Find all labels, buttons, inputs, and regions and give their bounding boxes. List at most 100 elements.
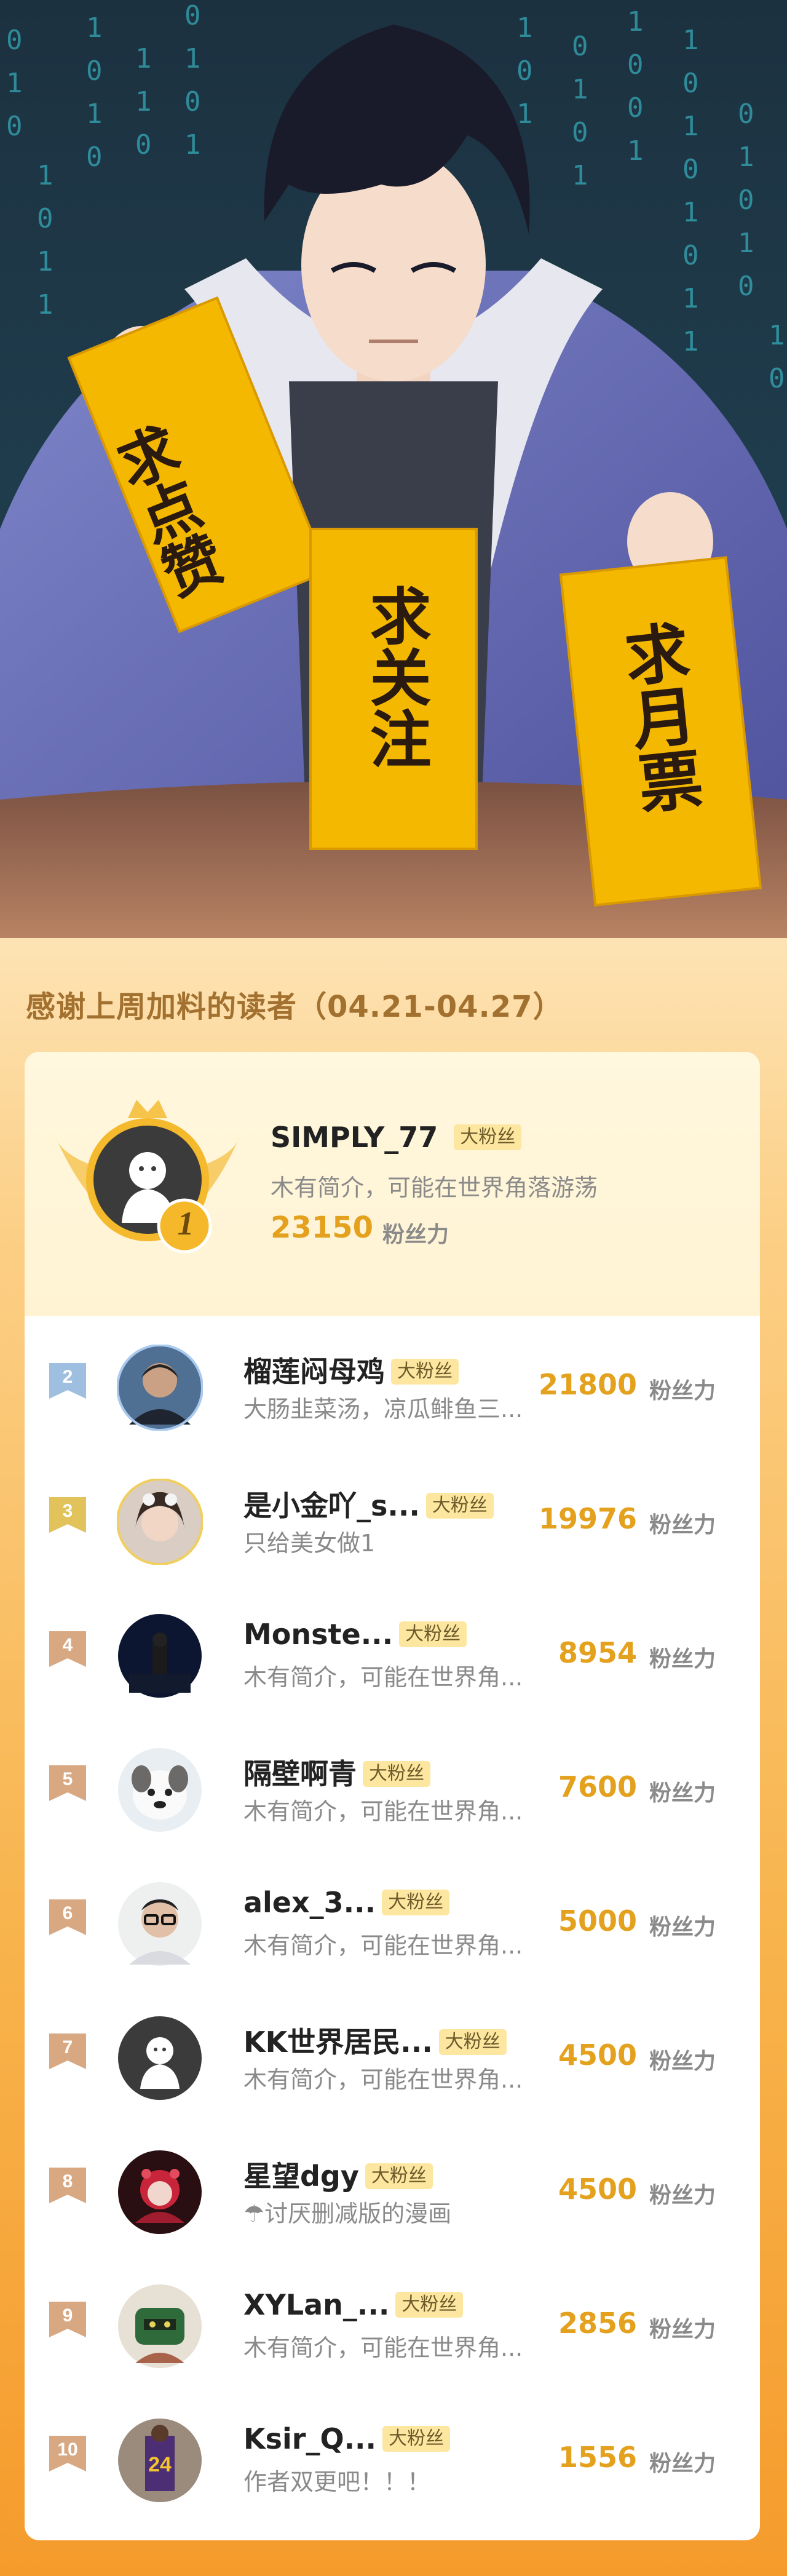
- fan-power-score: 4500: [558, 2038, 637, 2072]
- avatar-image: [118, 2016, 202, 2100]
- fan-power-unit: 粉丝力: [649, 2317, 716, 2342]
- user-name: 榴莲闷母鸡 大粉丝: [243, 1350, 459, 1390]
- svg-text:0: 0: [6, 111, 23, 142]
- avatar-image: [116, 1478, 204, 1565]
- fan-tag: 大粉丝: [395, 2291, 464, 2318]
- fan-power-score: 19976: [538, 1502, 637, 1535]
- fan-tag: 大粉丝: [365, 2163, 433, 2189]
- fan-power-score: 4500: [558, 2173, 637, 2206]
- user-name-text: XYLan_...: [243, 2288, 390, 2321]
- svg-text:0: 0: [738, 185, 754, 216]
- rank-number: 3: [62, 1501, 73, 1521]
- fan-power-score: 5000: [558, 1904, 637, 1938]
- svg-text:0: 0: [572, 117, 588, 148]
- svg-text:0: 0: [682, 240, 699, 271]
- rank-number: 2: [62, 1367, 73, 1387]
- fan-tag: 大粉丝: [382, 1889, 450, 1915]
- svg-text:1: 1: [184, 43, 201, 74]
- avatar[interactable]: [117, 1881, 203, 1967]
- ranking-row[interactable]: 10 24 Ksir_Q... 大粉丝 作者双更吧！！！ 1556 粉丝力: [25, 2389, 760, 2523]
- ranking-row[interactable]: 3 是小金吖_s... 大粉丝 只给美女做1 19976 粉丝力: [25, 1450, 760, 1584]
- user-name: 隔壁啊青 大粉丝: [243, 1752, 430, 1792]
- rank-number: 9: [62, 2305, 73, 2326]
- fan-power-unit: 粉丝力: [649, 1781, 716, 1806]
- fan-ranking-section: 感谢上周加料的读者（04.21-04.27） 1 SIMPLY_77 大粉丝 木…: [0, 938, 787, 2576]
- fan-power-score: 2856: [558, 2307, 637, 2340]
- user-name: Monste... 大粉丝: [243, 1618, 467, 1651]
- fan-power-unit: 粉丝力: [649, 2183, 716, 2208]
- svg-text:1: 1: [572, 74, 588, 105]
- ranking-row[interactable]: 4 Monste... 大粉丝 木有简介，可能在世界角... 8954 粉丝力: [25, 1584, 760, 1719]
- hero-banner: 010 1011 1010 110 0101 101 0101 1001 101…: [0, 0, 787, 938]
- avatar[interactable]: [117, 2283, 203, 2369]
- svg-text:0: 0: [184, 86, 201, 117]
- user-intro: 作者双更吧！！！: [243, 2468, 431, 2495]
- svg-text:0: 0: [738, 271, 754, 302]
- user-intro: ☂讨厌删减版的漫画: [243, 2200, 452, 2227]
- svg-text:0: 0: [37, 203, 53, 234]
- ranking-row[interactable]: 8 星望dgy 大粉丝 ☂讨厌删减版的漫画 4500 粉丝力: [25, 2121, 760, 2255]
- svg-text:0: 0: [769, 363, 785, 394]
- fan-tag: 大粉丝: [454, 1124, 522, 1150]
- svg-text:1: 1: [135, 43, 152, 74]
- avatar[interactable]: 24: [117, 2417, 203, 2503]
- svg-text:0: 0: [627, 92, 644, 124]
- user-name-text: Monste...: [243, 1618, 394, 1651]
- ranking-row[interactable]: 7 KK世界居民... 大粉丝 木有简介，可能在世界角... 4500 粉丝力: [25, 1987, 760, 2121]
- ranking-row[interactable]: 9 XYLan_... 大粉丝木有简介，可能在世界角... 2856 粉丝力: [25, 2255, 760, 2389]
- rank-badge: 5: [49, 1765, 86, 1801]
- avatar[interactable]: [117, 2149, 203, 2235]
- svg-text:1: 1: [86, 98, 103, 130]
- svg-text:0: 0: [627, 49, 644, 81]
- top1-score: 23150: [271, 1210, 373, 1245]
- top1-score-unit: 粉丝力: [382, 1222, 449, 1247]
- rank-number: 8: [62, 2171, 73, 2192]
- top1-intro: 木有简介，可能在世界角落游荡: [271, 1174, 598, 1201]
- rank-number: 7: [62, 2037, 73, 2057]
- avatar-image: [118, 1748, 202, 1832]
- svg-text:0: 0: [682, 68, 699, 99]
- avatar[interactable]: [117, 1613, 203, 1699]
- rank-number: 10: [57, 2439, 78, 2460]
- svg-text:1: 1: [682, 25, 699, 56]
- user-intro: 木有简介，可能在世界角...: [243, 2334, 523, 2361]
- svg-text:1: 1: [627, 135, 644, 167]
- svg-text:0: 0: [572, 31, 588, 62]
- svg-text:1: 1: [516, 12, 533, 44]
- top1-name-text: SIMPLY_77: [271, 1121, 438, 1154]
- rank-number: 5: [62, 1769, 73, 1789]
- fan-power-score: 7600: [558, 1770, 637, 1803]
- svg-text:1: 1: [135, 86, 152, 117]
- user-intro: 木有简介，可能在世界角...: [243, 2066, 523, 2093]
- svg-text:1: 1: [682, 283, 699, 314]
- laurel-wings-icon: [55, 1100, 240, 1254]
- svg-text:1: 1: [627, 6, 644, 38]
- user-intro: 只给美女做1: [243, 1530, 376, 1557]
- user-name-text: 榴莲闷母鸡: [243, 1355, 385, 1388]
- avatar[interactable]: [116, 1344, 204, 1431]
- ranking-row[interactable]: 6 alex_3... 大粉丝 木有简介，可能在世界角... 5000 粉丝力: [25, 1853, 760, 1987]
- avatar[interactable]: [117, 1747, 203, 1833]
- ranking-row[interactable]: 5 隔壁啊青 大粉丝 木有简介，可能在世界角... 7600 粉丝力: [25, 1719, 760, 1853]
- svg-text:1: 1: [6, 68, 23, 99]
- svg-text:1: 1: [86, 12, 103, 44]
- avatar-image: [116, 1344, 204, 1431]
- svg-text:0: 0: [682, 154, 699, 185]
- rank-number: 6: [62, 1903, 73, 1923]
- avatar-image: [118, 2150, 202, 2234]
- fan-power-score: 1556: [558, 2441, 637, 2474]
- fan-tag: 大粉丝: [363, 1760, 430, 1787]
- user-name-text: 是小金吖_s...: [243, 1489, 420, 1522]
- avatar[interactable]: [117, 2015, 203, 2101]
- fan-tag: 大粉丝: [391, 1358, 459, 1385]
- rank-badge: 6: [49, 1899, 86, 1935]
- rank-badge: 4: [49, 1631, 86, 1667]
- top1-block[interactable]: 1 SIMPLY_77 大粉丝 木有简介，可能在世界角落游荡 23150 粉丝力: [25, 1052, 760, 1316]
- section-title: 感谢上周加料的读者（04.21-04.27）: [26, 990, 563, 1024]
- avatar[interactable]: [116, 1478, 204, 1565]
- user-name: 星望dgy 大粉丝: [243, 2154, 433, 2195]
- svg-text:0: 0: [86, 55, 103, 87]
- ranking-row[interactable]: 2 榴莲闷母鸡 大粉丝 大肠韭菜汤，凉瓜鲱鱼三... 21800 粉丝力: [25, 1316, 760, 1450]
- svg-text:0: 0: [738, 98, 754, 130]
- svg-text:0: 0: [86, 141, 103, 173]
